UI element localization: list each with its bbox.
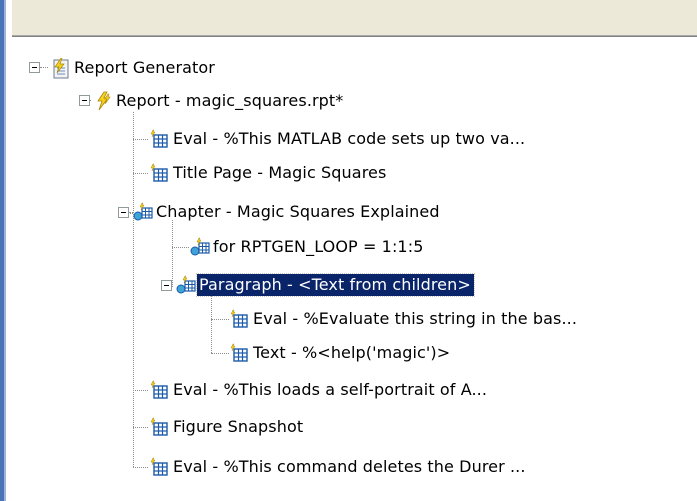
tree-connector <box>133 112 134 467</box>
tree-connector <box>211 293 212 353</box>
component-grid-icon <box>229 309 251 329</box>
component-group-icon <box>132 202 154 222</box>
tree-node-label: Report - magic_squares.rpt* <box>116 91 344 110</box>
tree-node-eval-evaluate[interactable]: Eval - %Evaluate this string in the bas.… <box>229 307 580 331</box>
tree-connector <box>211 353 229 354</box>
tree-node-title-page[interactable]: Title Page - Magic Squares <box>149 161 389 185</box>
report-bolt-icon <box>92 91 114 111</box>
component-grid-icon <box>149 457 171 477</box>
tree-connector <box>172 247 189 248</box>
component-grid-icon <box>149 380 171 400</box>
tree-node-for-loop[interactable]: for RPTGEN_LOOP = 1:1:5 <box>189 235 426 259</box>
tree-node-label: Text - %<help('magic')> <box>253 343 451 362</box>
tree-node-label: Eval - %Evaluate this string in the bas.… <box>253 309 578 328</box>
collapse-toggle-report[interactable] <box>79 95 90 106</box>
component-grid-icon <box>229 343 251 363</box>
tree-connector <box>133 390 148 391</box>
component-group-icon <box>189 237 211 257</box>
tree-node-eval-setup[interactable]: Eval - %This MATLAB code sets up two va.… <box>149 127 528 151</box>
tree-node-label: Figure Snapshot <box>173 417 304 436</box>
tree-node-label: Eval - %This MATLAB code sets up two va.… <box>173 129 526 148</box>
tree-node-figure-snapshot[interactable]: Figure Snapshot <box>149 415 306 439</box>
component-grid-icon <box>149 163 171 183</box>
collapse-toggle-chapter[interactable] <box>118 207 129 218</box>
tree-node-eval-self-portrait[interactable]: Eval - %This loads a self-portrait of A.… <box>149 378 490 402</box>
component-group-icon <box>175 275 197 295</box>
tree-node-label: Eval - %This command deletes the Durer .… <box>173 457 526 476</box>
tree-node-label: Paragraph - <Text from children> <box>196 273 475 297</box>
tree-node-label: Eval - %This loads a self-portrait of A.… <box>173 380 488 399</box>
tree-connector <box>133 427 148 428</box>
tree-node-report[interactable]: Report - magic_squares.rpt* <box>92 89 346 113</box>
component-grid-icon <box>149 417 171 437</box>
tree-connector <box>133 467 148 468</box>
collapse-toggle-paragraph[interactable] <box>161 280 172 291</box>
tree-connector <box>211 319 229 320</box>
tree-connector <box>133 139 148 140</box>
tree-node-label: Chapter - Magic Squares Explained <box>156 202 440 221</box>
tree-node-eval-delete[interactable]: Eval - %This command deletes the Durer .… <box>149 455 529 479</box>
tree-node-report-generator[interactable]: Report Generator <box>50 56 218 80</box>
tree-node-label: for RPTGEN_LOOP = 1:1:5 <box>213 237 424 256</box>
report-generator-icon <box>50 58 72 79</box>
collapse-toggle-report-generator[interactable] <box>29 62 40 73</box>
component-grid-icon <box>149 129 171 149</box>
tree-node-paragraph[interactable]: Paragraph - <Text from children> <box>175 273 475 297</box>
tree-node-chapter[interactable]: Chapter - Magic Squares Explained <box>132 200 443 224</box>
tree-connector <box>40 67 48 68</box>
tree-connector <box>133 173 148 174</box>
top-panel <box>12 0 697 36</box>
tree-connector <box>172 220 173 287</box>
tree-node-label: Title Page - Magic Squares <box>173 163 387 182</box>
tree-node-label: Report Generator <box>74 58 215 77</box>
tree-node-text-help[interactable]: Text - %<help('magic')> <box>229 341 453 365</box>
report-outline-tree[interactable]: Report Generator Report - magic_squares.… <box>12 37 697 501</box>
window-left-border-edge <box>4 0 6 501</box>
